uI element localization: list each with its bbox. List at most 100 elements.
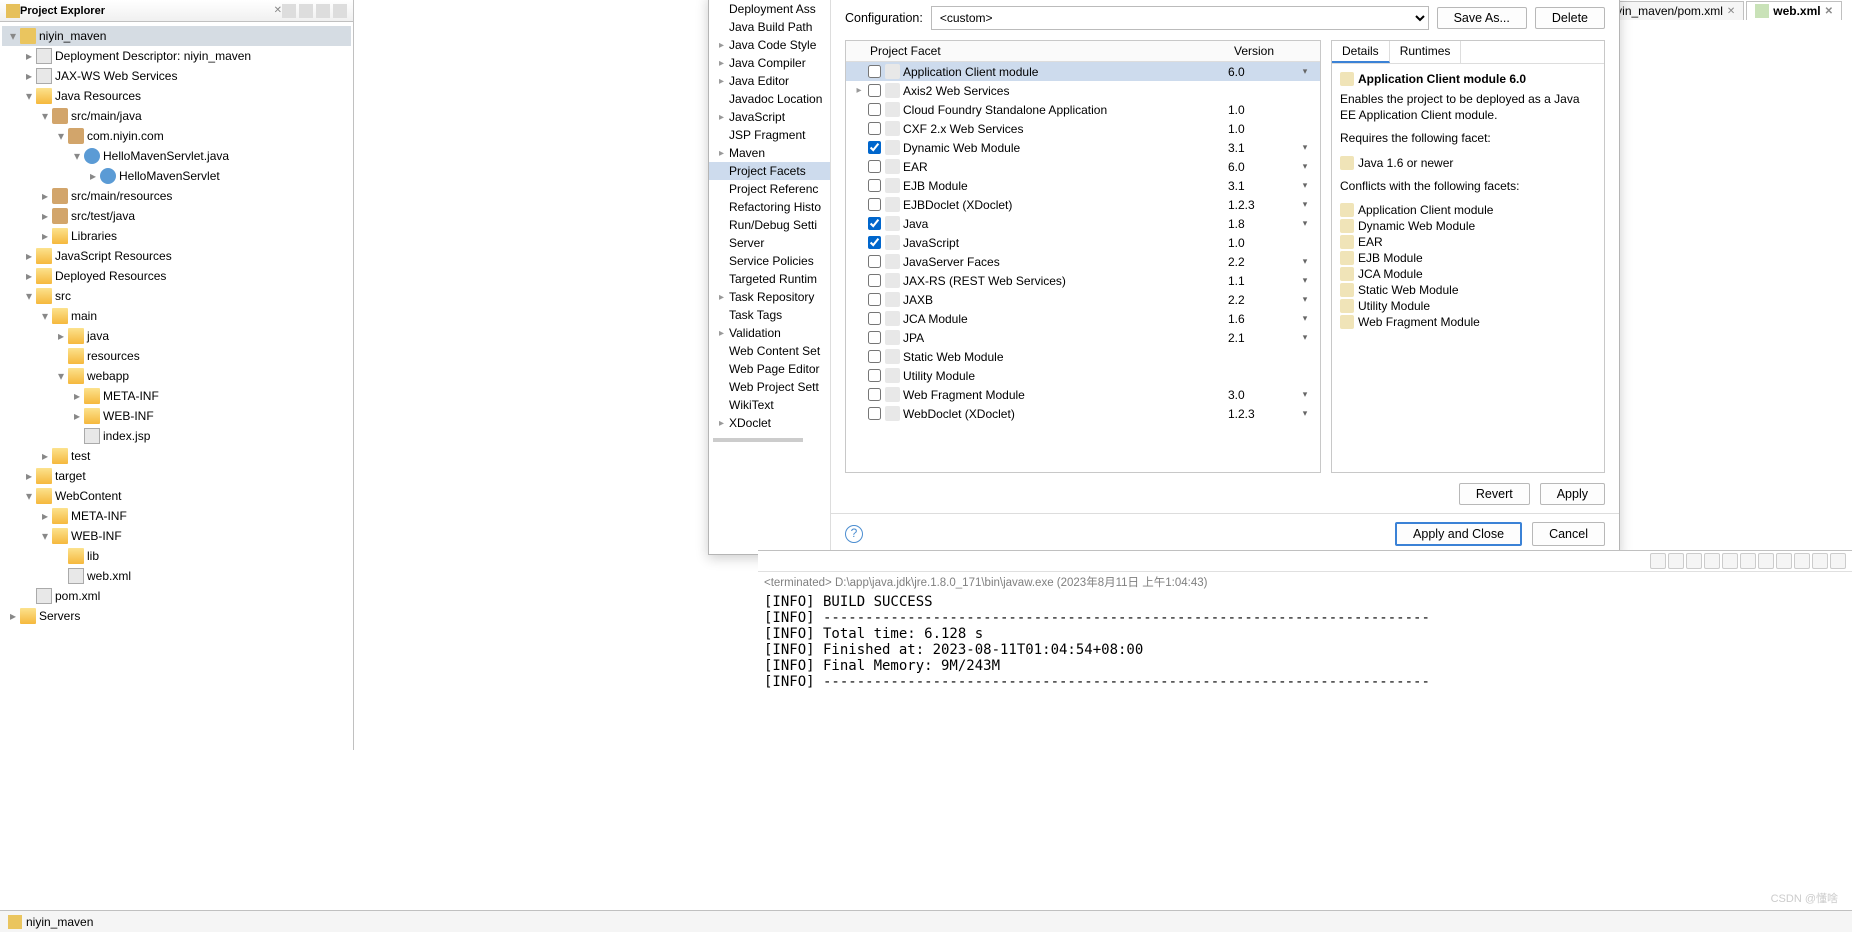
facet-checkbox[interactable] [868,255,881,268]
tree-node[interactable]: ▸src/main/resources [2,186,351,206]
version-dropdown-icon[interactable]: ▾ [1294,389,1316,400]
facet-checkbox[interactable] [868,236,881,249]
facet-row[interactable]: JAX-RS (REST Web Services)1.1▾ [846,271,1320,290]
project-tree[interactable]: ▾niyin_maven▸Deployment Descriptor: niyi… [0,22,353,630]
facet-checkbox[interactable] [868,312,881,325]
facet-checkbox[interactable] [868,65,881,78]
remove-all-icon[interactable] [1668,553,1684,569]
tree-node[interactable]: ▸Deployment Descriptor: niyin_maven [2,46,351,66]
cancel-button[interactable]: Cancel [1532,522,1605,546]
expand-icon[interactable]: ▸ [70,409,84,423]
close-icon[interactable]: ✕ [1825,6,1833,17]
tree-node[interactable]: ▸META-INF [2,386,351,406]
expand-icon[interactable]: ▸ [38,209,52,223]
expand-icon[interactable]: ▾ [22,489,36,503]
tree-node[interactable]: ▾com.niyin.com [2,126,351,146]
category-item[interactable]: ▸XDoclet [709,414,830,432]
category-item[interactable]: ▸Validation [709,324,830,342]
version-dropdown-icon[interactable]: ▾ [1294,142,1316,153]
expand-icon[interactable]: ▸ [38,189,52,203]
tree-node[interactable]: index.jsp [2,426,351,446]
tree-node[interactable]: ▸Deployed Resources [2,266,351,286]
version-dropdown-icon[interactable]: ▾ [1294,408,1316,419]
display-icon[interactable] [1758,553,1774,569]
tree-node[interactable]: ▸META-INF [2,506,351,526]
expand-icon[interactable]: ▸ [54,329,68,343]
facet-row[interactable]: Web Fragment Module3.0▾ [846,385,1320,404]
tree-node[interactable]: ▾src [2,286,351,306]
save-as-button[interactable]: Save As... [1437,7,1527,29]
expand-icon[interactable]: ▾ [38,109,52,123]
open-console-icon[interactable] [1794,553,1810,569]
facet-checkbox[interactable] [868,407,881,420]
facet-checkbox[interactable] [868,350,881,363]
expand-icon[interactable]: ▾ [54,129,68,143]
version-dropdown-icon[interactable]: ▾ [1294,180,1316,191]
scrollbar[interactable] [713,438,803,442]
category-item[interactable]: ▸Maven [709,144,830,162]
category-item[interactable]: ▸JavaScript [709,108,830,126]
facet-checkbox[interactable] [868,141,881,154]
expand-icon[interactable]: ▸ [22,69,36,83]
tree-node[interactable]: ▸HelloMavenServlet [2,166,351,186]
tree-node[interactable]: ▸Servers [2,606,351,626]
tree-node[interactable]: resources [2,346,351,366]
category-item[interactable]: Deployment Ass [709,0,830,18]
category-item[interactable]: JSP Fragment [709,126,830,144]
tree-node[interactable]: ▾Java Resources [2,86,351,106]
close-icon[interactable]: ✕ [1727,6,1735,17]
facet-row[interactable]: JAXB2.2▾ [846,290,1320,309]
expand-icon[interactable]: ▾ [38,529,52,543]
version-dropdown-icon[interactable]: ▾ [1294,161,1316,172]
expand-icon[interactable]: ▾ [54,369,68,383]
version-dropdown-icon[interactable]: ▾ [1294,332,1316,343]
remove-launch-icon[interactable] [1650,553,1666,569]
version-dropdown-icon[interactable]: ▾ [1294,66,1316,77]
category-item[interactable]: Task Tags [709,306,830,324]
facet-row[interactable]: JPA2.1▾ [846,328,1320,347]
expand-icon[interactable]: ▸ [22,469,36,483]
facet-row[interactable]: Java1.8▾ [846,214,1320,233]
category-item[interactable]: ▸Java Editor [709,72,830,90]
category-item[interactable]: WikiText [709,396,830,414]
new-console-icon[interactable] [1776,553,1792,569]
help-icon[interactable]: ? [845,525,863,543]
expand-icon[interactable]: ▾ [6,29,20,43]
editor-tab[interactable]: web.xml✕ [1746,1,1842,20]
facet-row[interactable]: EJB Module3.1▾ [846,176,1320,195]
tree-node[interactable]: ▸Libraries [2,226,351,246]
link-editor-icon[interactable] [299,4,313,18]
category-item[interactable]: Run/Debug Setti [709,216,830,234]
facet-row[interactable]: WebDoclet (XDoclet)1.2.3▾ [846,404,1320,423]
expand-icon[interactable]: ▸ [38,449,52,463]
category-item[interactable]: ▸Task Repository [709,288,830,306]
category-item[interactable]: Javadoc Location [709,90,830,108]
tree-node[interactable]: ▸src/test/java [2,206,351,226]
category-item[interactable]: Targeted Runtim [709,270,830,288]
category-item[interactable]: ▸Java Code Style [709,36,830,54]
min-icon[interactable] [1812,553,1828,569]
apply-button[interactable]: Apply [1540,483,1605,505]
expand-icon[interactable]: ▸ [70,389,84,403]
collapse-icon[interactable] [282,4,296,18]
version-dropdown-icon[interactable]: ▾ [1294,199,1316,210]
tree-node[interactable]: ▸target [2,466,351,486]
facet-row[interactable]: Static Web Module [846,347,1320,366]
facet-row[interactable]: Application Client module6.0▾ [846,62,1320,81]
tree-node[interactable]: ▸test [2,446,351,466]
close-icon[interactable]: ✕ [274,5,282,16]
facet-row[interactable]: Cloud Foundry Standalone Application1.0 [846,100,1320,119]
category-item[interactable]: Web Page Editor [709,360,830,378]
facet-checkbox[interactable] [868,217,881,230]
tree-node[interactable]: ▾webapp [2,366,351,386]
category-item[interactable]: Refactoring Histo [709,198,830,216]
facet-row[interactable]: EJBDoclet (XDoclet)1.2.3▾ [846,195,1320,214]
expand-icon[interactable]: ▸ [22,49,36,63]
tree-node[interactable]: ▾main [2,306,351,326]
expand-icon[interactable]: ▸ [86,169,100,183]
facet-checkbox[interactable] [868,198,881,211]
facet-row[interactable]: EAR6.0▾ [846,157,1320,176]
terminate-icon[interactable] [1686,553,1702,569]
tree-node[interactable]: lib [2,546,351,566]
facet-row[interactable]: Dynamic Web Module3.1▾ [846,138,1320,157]
